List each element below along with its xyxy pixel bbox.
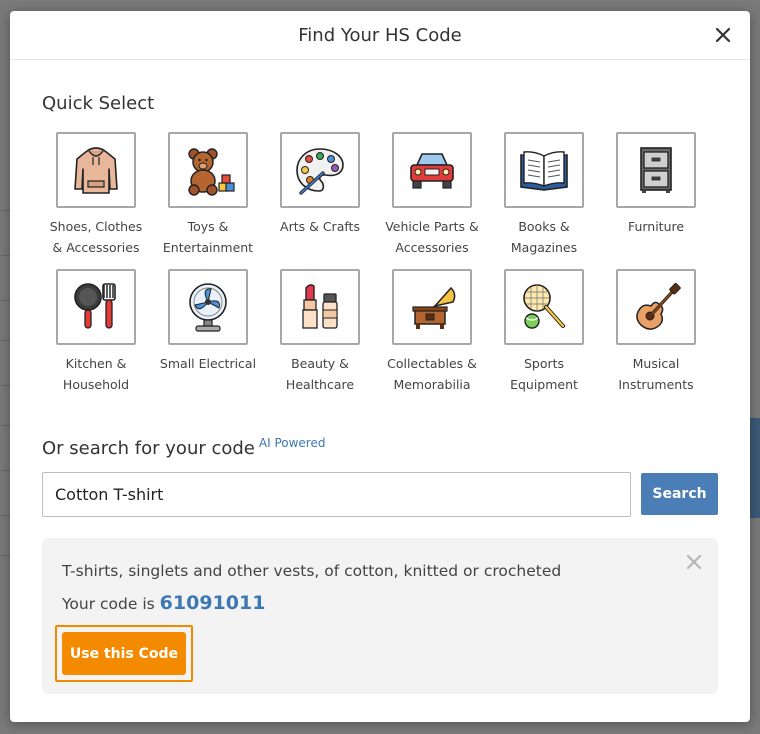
guitar-icon <box>636 282 681 330</box>
result-code-prefix: Your code is <box>62 595 155 613</box>
category-label-line-1: Small Electrical <box>159 356 257 371</box>
use-this-code-button[interactable]: Use this Code <box>62 632 186 675</box>
category-tile[interactable] <box>168 132 248 208</box>
teddy-bear-icon <box>188 148 235 196</box>
category-label: Kitchen & Household <box>40 353 152 395</box>
use-code-focus-frame: Use this Code <box>55 625 193 682</box>
modal-header: Find Your HS Code <box>10 11 750 60</box>
category-label: Furniture <box>600 216 712 237</box>
search-title-text: Or search for your code <box>42 438 255 459</box>
category-label-line-2: Equipment <box>510 377 578 392</box>
category-label-line-1: Kitchen & <box>65 356 127 371</box>
category-tile[interactable] <box>392 132 472 208</box>
category-grid: Shoes, Clothes & Accessories Toys & Ente… <box>40 132 712 406</box>
cabinet-icon <box>640 147 672 193</box>
category-tile[interactable] <box>504 132 584 208</box>
category-label: Sports Equipment <box>488 353 600 395</box>
category-label: Arts & Crafts <box>264 216 376 237</box>
category-label: Beauty & Healthcare <box>264 353 376 395</box>
dismiss-result-icon[interactable] <box>686 554 702 570</box>
hs-code-modal: Find Your HS Code Quick Select Shoes, Cl… <box>10 11 750 722</box>
open-book-icon <box>520 151 568 191</box>
category-label-line-1: Books & <box>518 219 570 234</box>
category-tile[interactable] <box>616 132 696 208</box>
category-tile[interactable] <box>616 269 696 345</box>
category-label-line-1: Furniture <box>627 219 685 234</box>
category-vehicle-parts[interactable]: Vehicle Parts & Accessories <box>376 132 488 269</box>
category-label: Vehicle Parts & Accessories <box>376 216 488 258</box>
tennis-racket-icon <box>523 284 565 329</box>
category-label-line-2: Memorabilia <box>393 377 471 392</box>
category-arts-crafts[interactable]: Arts & Crafts <box>264 132 376 269</box>
category-label-line-1: Beauty & <box>291 356 349 371</box>
category-label-line-2: Healthcare <box>285 377 355 392</box>
category-label: Books & Magazines <box>488 216 600 258</box>
category-label-line-2: & Accessories <box>52 240 140 255</box>
category-label: Musical Instruments <box>600 353 712 395</box>
category-label-line-1: Shoes, Clothes <box>49 219 143 234</box>
quick-select-title: Quick Select <box>42 93 155 114</box>
lipstick-icon <box>302 284 338 329</box>
search-section-title: Or search for your code AI Powered <box>42 436 325 459</box>
category-label-line-2: Entertainment <box>162 240 254 255</box>
category-label-line-1: Collectables & <box>387 356 477 371</box>
category-tile[interactable] <box>56 132 136 208</box>
paint-palette-icon <box>296 148 344 195</box>
category-tile[interactable] <box>280 269 360 345</box>
category-label-line-1: Arts & Crafts <box>280 219 360 234</box>
frying-pan-icon <box>74 283 116 329</box>
fan-icon <box>189 283 227 332</box>
category-books-magazines[interactable]: Books & Magazines <box>488 132 600 269</box>
category-kitchen-household[interactable]: Kitchen & Household <box>40 269 152 406</box>
category-tile[interactable] <box>504 269 584 345</box>
category-collectables-memorabilia[interactable]: Collectables & Memorabilia <box>376 269 488 406</box>
search-button[interactable]: Search <box>641 473 718 515</box>
ai-powered-tag: AI Powered <box>258 436 326 450</box>
category-label: Small Electrical <box>152 353 264 374</box>
result-description: T-shirts, singlets and other vests, of c… <box>62 562 562 580</box>
category-label: Shoes, Clothes & Accessories <box>40 216 152 258</box>
category-toys[interactable]: Toys & Entertainment <box>152 132 264 269</box>
category-label: Collectables & Memorabilia <box>376 353 488 395</box>
category-furniture[interactable]: Furniture <box>600 132 712 269</box>
category-tile[interactable] <box>168 269 248 345</box>
category-sports-equipment[interactable]: Sports Equipment <box>488 269 600 406</box>
category-label-line-1: Musical <box>632 356 680 371</box>
result-panel: T-shirts, singlets and other vests, of c… <box>42 538 718 694</box>
category-musical-instruments[interactable]: Musical Instruments <box>600 269 712 406</box>
category-label-line-2: Household <box>62 377 130 392</box>
category-label-line-2: Instruments <box>618 377 694 392</box>
category-shoes-clothes[interactable]: Shoes, Clothes & Accessories <box>40 132 152 269</box>
category-label: Toys & Entertainment <box>152 216 264 258</box>
result-code-line: Your code is 61091011 <box>62 592 265 614</box>
search-input[interactable] <box>42 472 631 517</box>
category-beauty-healthcare[interactable]: Beauty & Healthcare <box>264 269 376 406</box>
close-icon[interactable] <box>713 25 733 45</box>
category-label-line-1: Toys & <box>187 219 229 234</box>
category-small-electrical[interactable]: Small Electrical <box>152 269 264 406</box>
car-icon <box>410 153 454 189</box>
category-label-line-2: Accessories <box>395 240 469 255</box>
modal-title: Find Your HS Code <box>298 25 462 46</box>
category-tile[interactable] <box>280 132 360 208</box>
hs-code-value: 61091011 <box>159 592 266 614</box>
gramophone-icon <box>412 286 456 329</box>
category-tile[interactable] <box>392 269 472 345</box>
category-label-line-2: Magazines <box>510 240 578 255</box>
hoodie-icon <box>74 147 118 194</box>
category-label-line-1: Vehicle Parts & <box>385 219 479 234</box>
category-tile[interactable] <box>56 269 136 345</box>
category-label-line-1: Sports <box>523 356 565 371</box>
